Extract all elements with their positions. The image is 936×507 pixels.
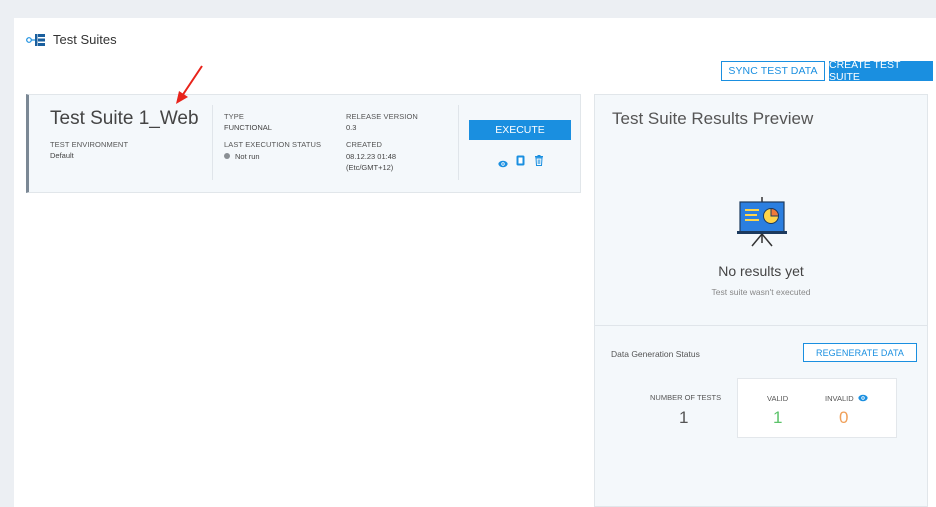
- invalid-label-text: INVALID: [825, 394, 854, 403]
- release-label: RELEASE VERSION: [346, 112, 418, 121]
- eye-icon[interactable]: [858, 394, 868, 404]
- results-preview-panel: Test Suite Results Preview No results ye…: [594, 94, 928, 507]
- invalid-value: 0: [839, 408, 849, 427]
- copy-icon[interactable]: [516, 153, 525, 171]
- created-date: 08.12.23 01:48: [346, 152, 397, 161]
- number-of-tests-value: 1: [679, 408, 689, 427]
- view-icon[interactable]: [498, 155, 508, 173]
- data-generation-status-label: Data Generation Status: [611, 349, 700, 359]
- type-value: FUNCTIONAL: [224, 123, 272, 132]
- environment-label: TEST ENVIRONMENT: [50, 140, 129, 149]
- valid-label: VALID: [767, 394, 789, 403]
- execute-button[interactable]: EXECUTE: [469, 120, 571, 140]
- test-suites-icon: [26, 33, 48, 47]
- divider: [212, 105, 213, 180]
- preview-title: Test Suite Results Preview: [612, 109, 814, 128]
- regenerate-data-button[interactable]: REGENERATE DATA: [803, 343, 917, 362]
- created-label: CREATED: [346, 140, 382, 149]
- created-timezone: (Etc/GMT+12): [346, 163, 394, 172]
- test-suite-card[interactable]: Test Suite 1_Web TEST ENVIRONMENT Defaul…: [26, 94, 581, 193]
- status-label: LAST EXECUTION STATUS: [224, 140, 322, 149]
- suite-name[interactable]: Test Suite 1_Web: [50, 108, 199, 130]
- create-test-suite-button[interactable]: CREATE TEST SUITE: [829, 59, 933, 83]
- release-value: 0.3: [346, 123, 357, 132]
- invalid-label: INVALID: [825, 394, 868, 404]
- type-label: TYPE: [224, 112, 244, 121]
- page-header: Test Suites: [26, 32, 117, 47]
- annotation-arrow: [174, 64, 206, 109]
- status-dot: [224, 153, 230, 159]
- page-title: Test Suites: [53, 32, 117, 47]
- empty-state-subtitle: Test suite wasn't executed: [711, 287, 811, 297]
- divider: [458, 105, 459, 180]
- divider: [595, 325, 927, 326]
- environment-value: Default: [50, 151, 74, 160]
- valid-value: 1: [773, 408, 783, 427]
- page-container: Test Suites SYNC TEST DATA CREATE TEST S…: [14, 18, 936, 507]
- sync-test-data-button[interactable]: SYNC TEST DATA: [721, 61, 825, 81]
- empty-state-title: No results yet: [718, 263, 804, 279]
- status-value: Not run: [224, 151, 260, 162]
- number-of-tests-label: NUMBER OF TESTS: [650, 393, 722, 402]
- presentation-chart-icon: [735, 197, 789, 252]
- validity-stats-box: VALID 1 INVALID 0: [737, 378, 897, 438]
- delete-icon[interactable]: [535, 153, 543, 171]
- status-text: Not run: [235, 152, 260, 161]
